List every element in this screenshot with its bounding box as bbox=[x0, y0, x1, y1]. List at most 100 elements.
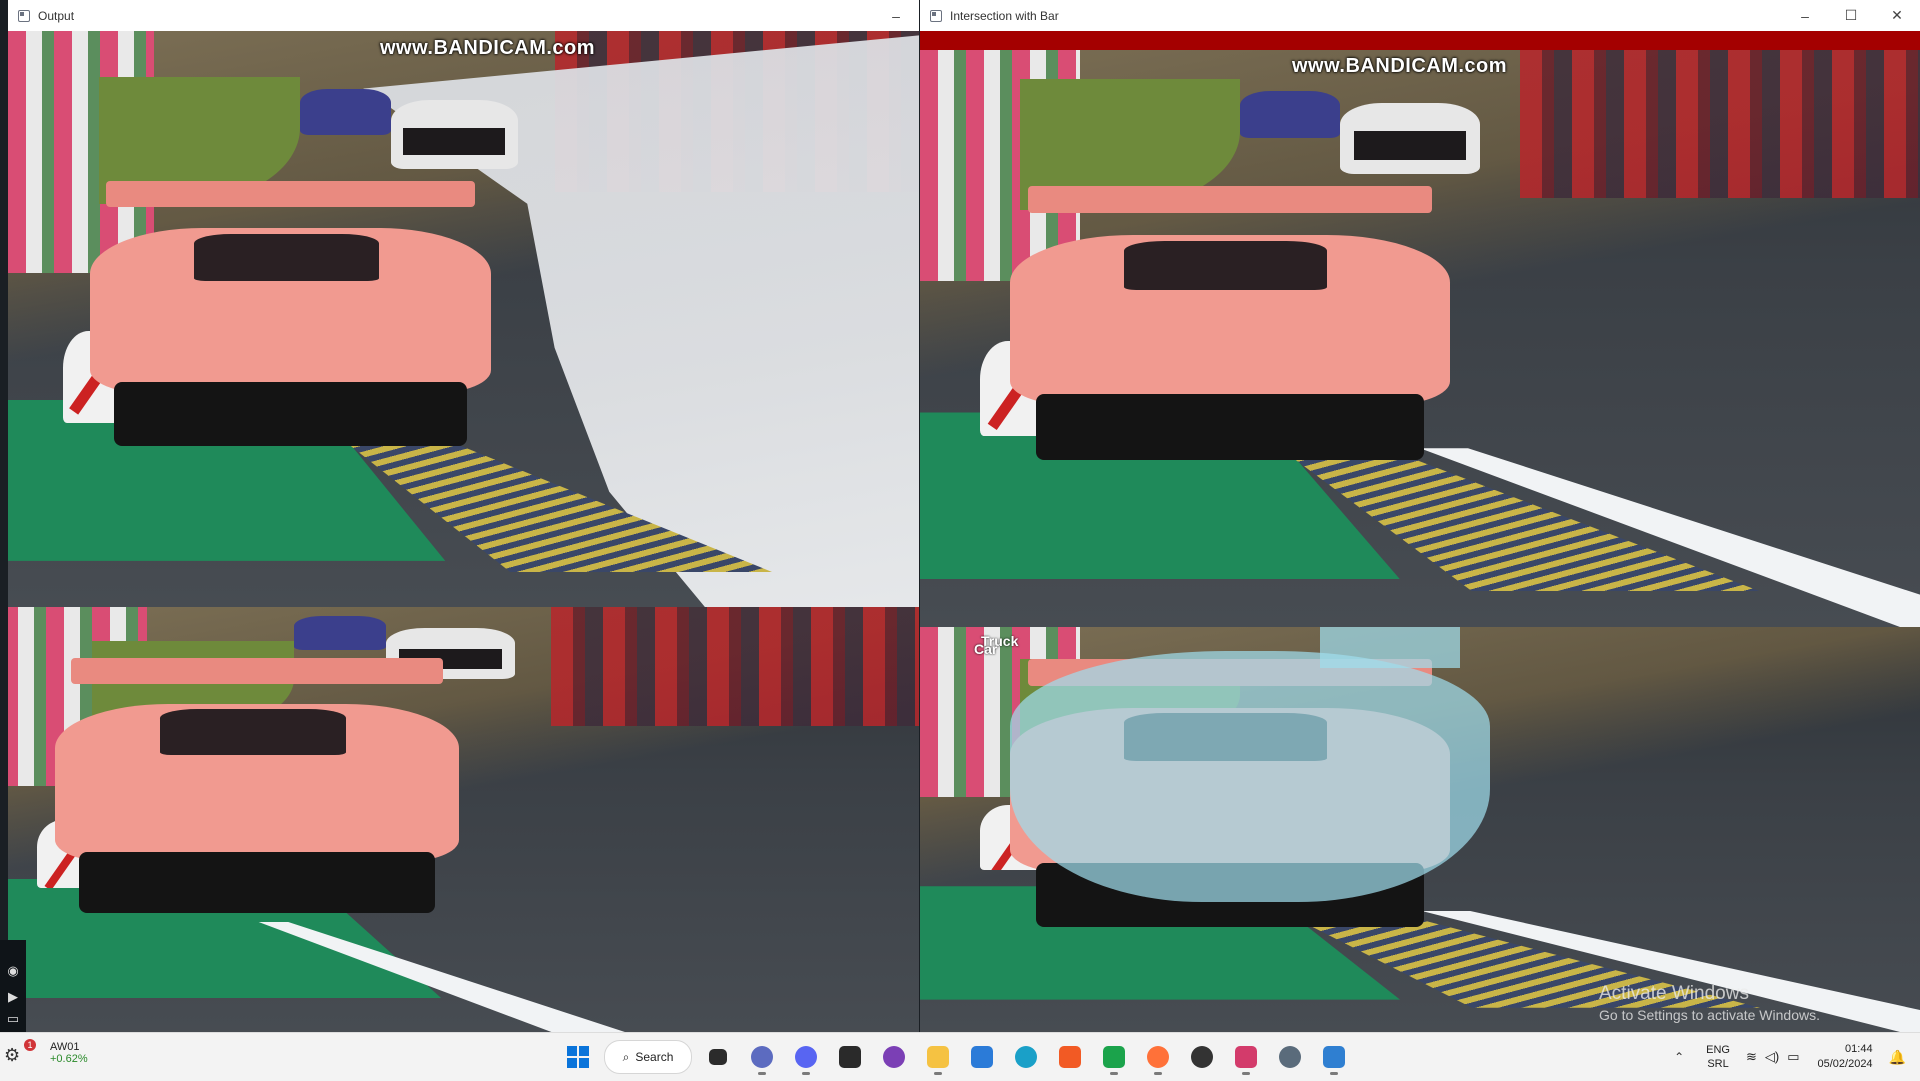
bandicam-watermark: www.BANDICAM.com bbox=[380, 37, 596, 59]
firefox-icon bbox=[1147, 1046, 1169, 1068]
task-view-icon bbox=[709, 1049, 727, 1065]
pycharm-icon bbox=[1103, 1046, 1125, 1068]
media-app-icon bbox=[839, 1046, 861, 1068]
detection-label-car: Car bbox=[974, 641, 998, 657]
notification-badge: 1 bbox=[24, 1039, 36, 1051]
volume-icon[interactable]: ◁) bbox=[1765, 1049, 1779, 1065]
remote-app-icon bbox=[1323, 1046, 1345, 1068]
lang-top: ENG bbox=[1706, 1044, 1730, 1056]
battery-icon[interactable]: ▭ bbox=[1787, 1049, 1799, 1065]
fence-right bbox=[1520, 31, 1920, 198]
zoom-icon bbox=[751, 1046, 773, 1068]
camera-icon[interactable]: ◉ bbox=[4, 964, 22, 977]
system-tray: ⌃ ENG SRL ≋ ◁) ▭ 01:44 05/02/2024 🔔 bbox=[1674, 1033, 1920, 1081]
firefox-button[interactable] bbox=[1140, 1039, 1176, 1075]
maximize-button[interactable]: ☐ bbox=[1828, 0, 1874, 31]
video-pane-road-mask: www.BANDICAM.com bbox=[8, 31, 919, 607]
screen-icon[interactable]: ▭ bbox=[4, 1012, 22, 1025]
video-pane-with-bar: www.BANDICAM.com bbox=[920, 31, 1920, 627]
app-window-icon bbox=[18, 9, 30, 22]
window-title: Intersection with Bar bbox=[950, 8, 1059, 23]
github-desktop-icon bbox=[883, 1046, 905, 1068]
edge-icon bbox=[1015, 1046, 1037, 1068]
brave-button[interactable] bbox=[1052, 1039, 1088, 1075]
media-player-icon bbox=[1191, 1046, 1213, 1068]
clock-time: 01:44 bbox=[1845, 1043, 1873, 1055]
rear-window bbox=[194, 233, 379, 282]
red-intersection-bar bbox=[920, 31, 1920, 50]
activate-windows-watermark: Activate Windows Go to Settings to activ… bbox=[1599, 983, 1820, 1025]
microsoft-store-button[interactable] bbox=[964, 1039, 1000, 1075]
white-car bbox=[390, 100, 519, 170]
intersection-titlebar[interactable]: Intersection with Bar – ☐ ✕ bbox=[920, 0, 1920, 31]
fence-right bbox=[551, 607, 919, 726]
stock-widget[interactable]: 1 AW01 +0.62% bbox=[24, 1039, 88, 1065]
blue-car bbox=[299, 88, 391, 135]
recorder-toolbar: ◉ ▶ ▭ bbox=[0, 940, 26, 1032]
car-segmentation-mask bbox=[1010, 651, 1490, 903]
tyres bbox=[79, 851, 436, 913]
snipping-tool-button[interactable] bbox=[1228, 1039, 1264, 1075]
minimize-button[interactable]: – bbox=[1782, 0, 1828, 31]
rear-wing bbox=[106, 180, 475, 208]
github-desktop-button[interactable] bbox=[876, 1039, 912, 1075]
task-view-button[interactable] bbox=[700, 1039, 736, 1075]
edge-button[interactable] bbox=[1008, 1039, 1044, 1075]
white-car bbox=[1340, 102, 1480, 175]
blue-car bbox=[1240, 90, 1340, 139]
stock-symbol: AW01 bbox=[50, 1041, 80, 1053]
discord-button[interactable] bbox=[788, 1039, 824, 1075]
pink-porsche bbox=[55, 658, 460, 913]
tyres bbox=[114, 382, 467, 446]
start-button[interactable] bbox=[560, 1039, 596, 1075]
rear-window bbox=[1124, 240, 1327, 291]
language-indicator[interactable]: ENG SRL bbox=[1706, 1043, 1730, 1071]
pink-porsche bbox=[89, 180, 491, 446]
tyres bbox=[1036, 394, 1424, 461]
clock[interactable]: 01:44 05/02/2024 bbox=[1818, 1042, 1873, 1072]
settings-button[interactable] bbox=[1272, 1039, 1308, 1075]
rear-wing bbox=[71, 658, 444, 684]
close-button[interactable]: ✕ bbox=[1874, 0, 1920, 31]
pink-porsche bbox=[1010, 185, 1450, 461]
output-window[interactable]: Output – www.BANDICAM.com bbox=[8, 0, 919, 1032]
app-window-icon bbox=[930, 9, 942, 22]
brave-icon bbox=[1059, 1046, 1081, 1068]
clock-date: 05/02/2024 bbox=[1817, 1058, 1873, 1070]
chevron-up-icon[interactable]: ⌃ bbox=[1674, 1050, 1684, 1064]
activate-subtitle: Go to Settings to activate Windows. bbox=[1599, 1007, 1820, 1023]
intersection-window[interactable]: Intersection with Bar – ☐ ✕ www.BANDICAM… bbox=[920, 0, 1920, 1032]
taskbar-search[interactable]: ⌕ Search bbox=[604, 1040, 692, 1074]
snipping-tool-icon bbox=[1235, 1046, 1257, 1068]
minimize-button[interactable]: – bbox=[873, 0, 919, 31]
video-camera-icon[interactable]: ▶ bbox=[4, 990, 22, 1003]
discord-icon bbox=[795, 1046, 817, 1068]
search-icon: ⌕ bbox=[622, 1049, 630, 1064]
taskbar: ⚙ 1 AW01 +0.62% ⌕ Search ⌃ ENG SRL ≋ ◁) … bbox=[0, 1032, 1920, 1081]
second-car-segmentation-mask bbox=[1320, 627, 1460, 668]
notification-bell-icon[interactable]: 🔔 bbox=[1889, 1049, 1906, 1066]
file-explorer-button[interactable] bbox=[920, 1039, 956, 1075]
window-title: Output bbox=[38, 8, 75, 23]
bandicam-watermark: www.BANDICAM.com bbox=[1292, 55, 1508, 77]
stock-change: +0.62% bbox=[50, 1053, 88, 1065]
media-app-button[interactable] bbox=[832, 1039, 868, 1075]
rear-wing bbox=[1027, 185, 1433, 214]
wifi-icon[interactable]: ≋ bbox=[1746, 1049, 1757, 1065]
taskbar-apps: ⌕ Search bbox=[560, 1039, 1352, 1075]
rear-window bbox=[160, 709, 347, 755]
lang-bottom: SRL bbox=[1707, 1058, 1729, 1070]
remote-app-button[interactable] bbox=[1316, 1039, 1352, 1075]
video-pane-detections: Truck Car bbox=[920, 627, 1920, 1032]
video-pane-original bbox=[8, 607, 919, 1032]
blue-car bbox=[294, 615, 386, 650]
zoom-button[interactable] bbox=[744, 1039, 780, 1075]
windows-logo-icon bbox=[567, 1046, 589, 1068]
search-label: Search bbox=[635, 1050, 674, 1064]
settings-gear-icon[interactable]: ⚙ bbox=[4, 1045, 20, 1066]
pycharm-button[interactable] bbox=[1096, 1039, 1132, 1075]
output-titlebar[interactable]: Output – bbox=[8, 0, 919, 31]
settings-icon bbox=[1279, 1046, 1301, 1068]
media-player-button[interactable] bbox=[1184, 1039, 1220, 1075]
folder-icon bbox=[927, 1046, 949, 1068]
